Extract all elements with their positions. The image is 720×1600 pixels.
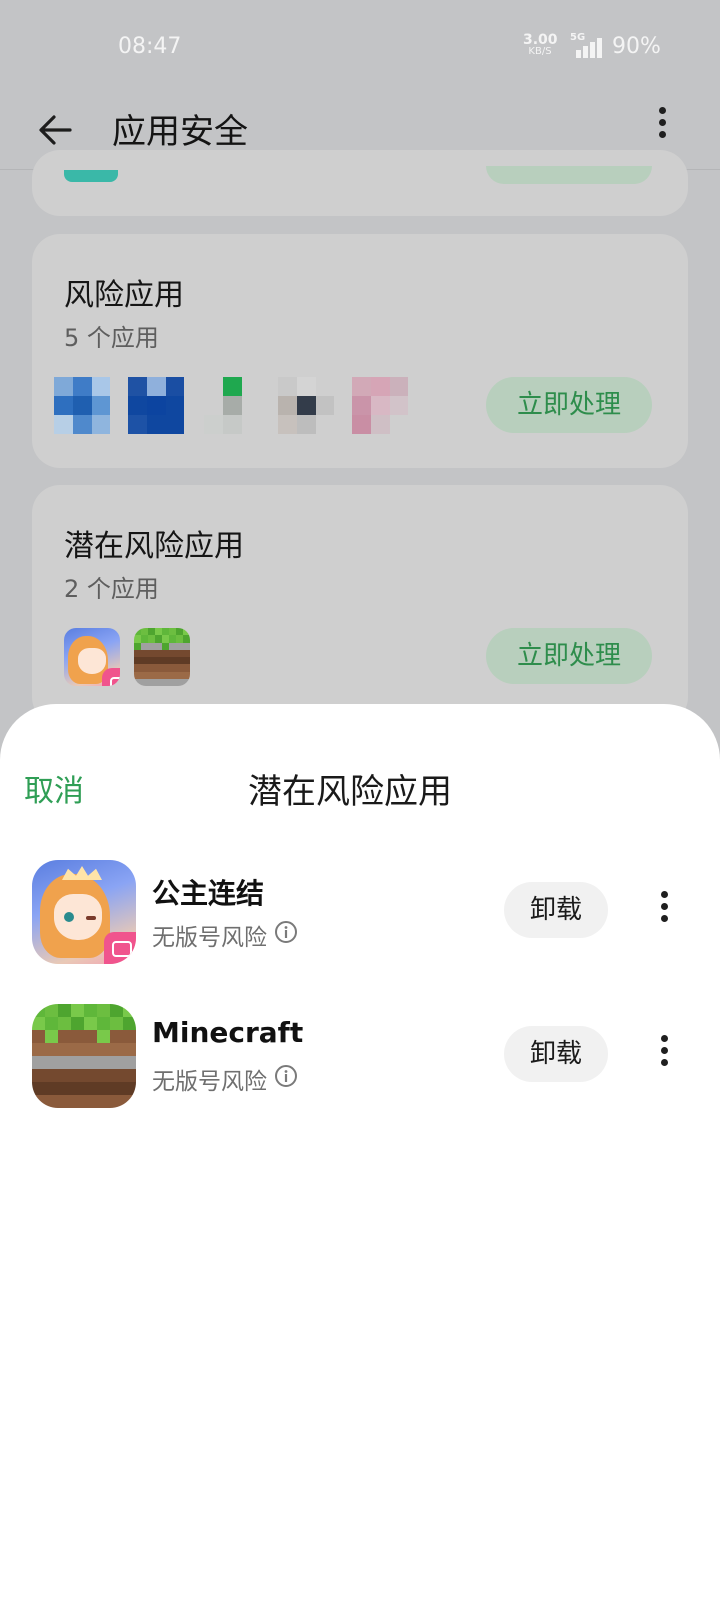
back-arrow-icon[interactable] — [36, 110, 76, 150]
network-speed-unit: KB/S — [528, 46, 552, 57]
signal-icon: 5G — [570, 32, 604, 58]
card-app-count: 5 个应用 — [64, 324, 159, 352]
clock: 08:47 — [118, 34, 182, 59]
page-title: 应用安全 — [112, 112, 248, 152]
list-item[interactable]: 公主连结 无版号风险 卸载 — [0, 856, 720, 966]
risk-label: 无版号风险 — [152, 1069, 267, 1095]
card-title: 风险应用 — [64, 278, 184, 313]
info-icon[interactable] — [274, 920, 298, 944]
app-icon-blurred — [128, 377, 184, 435]
more-options-icon[interactable] — [650, 102, 674, 142]
network-speed: 3.00 KB/S — [523, 33, 558, 57]
risk-apps-card[interactable]: 风险应用 5 个应用 立即处理 — [32, 234, 688, 468]
handle-now-button[interactable]: 立即处理 — [486, 377, 652, 433]
security-card-clipped — [32, 150, 688, 216]
princess-connect-icon — [32, 860, 136, 964]
app-icon-blurred — [54, 377, 110, 435]
card-app-count: 2 个应用 — [64, 575, 159, 603]
uninstall-button[interactable]: 卸载 — [504, 1026, 608, 1082]
battery-level: 90% — [612, 34, 661, 59]
minecraft-icon — [134, 628, 190, 686]
info-icon[interactable] — [274, 1064, 298, 1088]
app-icon-partial — [64, 170, 118, 182]
minecraft-grid-large — [32, 1004, 136, 1108]
card-title: 潜在风险应用 — [64, 529, 244, 564]
app-icon-blurred — [278, 377, 334, 435]
network-type: 5G — [570, 32, 586, 43]
status-bar: 08:47 3.00 KB/S 5G 90% — [0, 0, 720, 92]
princess-connect-icon — [64, 628, 120, 686]
minecraft-icon — [32, 1004, 136, 1108]
list-item[interactable]: Minecraft 无版号风险 卸载 — [0, 1000, 720, 1110]
more-options-icon[interactable] — [652, 1030, 676, 1078]
risk-label: 无版号风险 — [152, 925, 267, 951]
app-icon-blurred — [352, 377, 408, 435]
app-name: Minecraft — [152, 1016, 304, 1049]
handle-now-button[interactable]: 立即处理 — [486, 628, 652, 684]
minecraft-grid-small — [134, 628, 190, 686]
more-options-icon[interactable] — [652, 886, 676, 934]
potential-risk-apps-card[interactable]: 潜在风险应用 2 个应用 立即处理 — [32, 485, 688, 725]
app-name: 公主连结 — [152, 877, 265, 910]
sheet-title: 潜在风险应用 — [248, 772, 452, 812]
uninstall-button[interactable]: 卸载 — [504, 882, 608, 938]
app-icon-blurred — [204, 377, 260, 435]
action-button-partial[interactable] — [486, 166, 652, 184]
potential-risk-sheet: 取消 潜在风险应用 公主连结 无版号风险 卸载 Minecraft 无版号风险 — [0, 704, 720, 1600]
